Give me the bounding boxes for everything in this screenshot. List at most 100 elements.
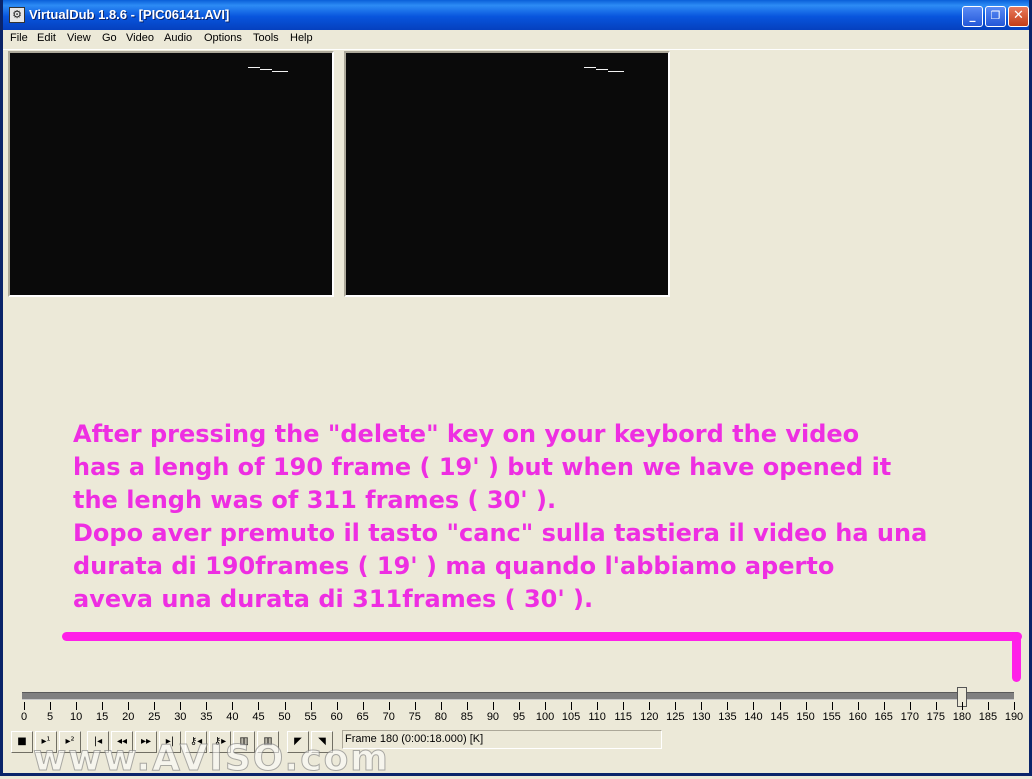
timeline-tick-label: 20: [122, 711, 135, 723]
timeline-tick: [935, 702, 937, 710]
output-video-pane[interactable]: [344, 51, 670, 297]
timeline-tick-label: 35: [200, 711, 213, 723]
close-button[interactable]: ✕: [1008, 6, 1029, 27]
timeline-tick-label: 100: [535, 711, 555, 723]
timeline-tick-label: 175: [926, 711, 946, 723]
go-to-start-icon: |◂: [93, 736, 103, 747]
timeline-tick: [362, 702, 364, 710]
timeline-tick: [649, 702, 651, 710]
timeline-tick: [779, 702, 781, 710]
timeline-tick: [102, 702, 104, 710]
annotation-bracket-horizontal: [62, 632, 1022, 641]
timeline-tick-label: 50: [278, 711, 291, 723]
previous-scene-button[interactable]: ▥: [233, 731, 255, 753]
stop-icon: ■: [17, 736, 27, 747]
mark-out-icon: ◥: [318, 736, 326, 747]
video-frame-detail: [608, 71, 624, 72]
timeline-tick-label: 55: [304, 711, 317, 723]
menu-tools[interactable]: Tools: [253, 32, 279, 44]
next-scene-button[interactable]: ▥: [257, 731, 279, 753]
app-icon[interactable]: ⚙: [9, 7, 25, 23]
previous-key-button[interactable]: ◂◂: [111, 731, 133, 753]
timeline-tick: [440, 702, 442, 710]
video-frame-detail: [260, 69, 272, 70]
mark-out-button[interactable]: ◥: [311, 731, 333, 753]
menu-bar: File Edit View Go Video Audio Options To…: [3, 30, 1029, 50]
timeline-tick-label: 25: [148, 711, 161, 723]
menu-help[interactable]: Help: [290, 32, 313, 44]
maximize-button[interactable]: ❐: [985, 6, 1006, 27]
timeline-tick: [961, 702, 963, 710]
timeline-tick-label: 170: [900, 711, 919, 723]
annotation-line: Dopo aver premuto il tasto "canc" sulla …: [73, 519, 928, 547]
timeline-tick-label: 145: [770, 711, 789, 723]
annotation-bracket-vertical: [1012, 632, 1021, 682]
next-key-button[interactable]: ▸▸: [135, 731, 157, 753]
timeline-tick: [128, 702, 130, 710]
menu-options[interactable]: Options: [204, 32, 242, 44]
timeline-tick: [727, 702, 729, 710]
timeline-tick-label: 65: [356, 711, 369, 723]
timeline-tick: [336, 702, 338, 710]
input-video-pane[interactable]: [8, 51, 334, 297]
timeline-tick: [1014, 702, 1015, 710]
go-to-end-button[interactable]: ▸|: [159, 731, 181, 753]
play-input-button[interactable]: ▸¹: [35, 731, 57, 753]
minimize-button[interactable]: _: [962, 6, 983, 27]
timeline-tick-label: 80: [434, 711, 447, 723]
timeline-tick: [831, 702, 833, 710]
go-to-start-button[interactable]: |◂: [87, 731, 109, 753]
annotation-text: After pressing the "delete" key on your …: [73, 418, 927, 616]
mark-in-button[interactable]: ◤: [287, 731, 309, 753]
timeline-tick: [154, 702, 156, 710]
timeline-tick: [232, 702, 234, 710]
menu-file[interactable]: File: [10, 32, 28, 44]
stop-button[interactable]: ■: [11, 731, 33, 753]
timeline-tick: [50, 702, 52, 710]
timeline-tick: [597, 702, 599, 710]
timeline-tick-label: 185: [978, 711, 998, 723]
previous-keyframe-button[interactable]: ⚷◂: [185, 731, 207, 753]
timeline-tick: [883, 702, 885, 710]
timeline-tick-label: 0: [20, 711, 28, 723]
annotation-line: After pressing the "delete" key on your …: [73, 420, 860, 448]
timeline-tick-label: 105: [561, 711, 581, 723]
timeline-tick-label: 115: [614, 711, 632, 723]
timeline-tick-label: 15: [96, 711, 109, 723]
timeline-tick: [466, 702, 468, 710]
timeline-track[interactable]: [22, 692, 1014, 700]
timeline-tick: [675, 702, 677, 710]
timeline-tick-label: 75: [408, 711, 421, 723]
menu-audio[interactable]: Audio: [164, 32, 192, 44]
go-to-end-icon: ▸|: [165, 736, 175, 747]
annotation-line: the lengh was of 311 frames ( 30' ).: [73, 486, 557, 514]
timeline-tick-label: 30: [174, 711, 187, 723]
menu-go[interactable]: Go: [102, 32, 117, 44]
play-output-button[interactable]: ▸²: [59, 731, 81, 753]
timeline-tick-label: 125: [666, 711, 685, 723]
play-output-icon: ▸²: [65, 736, 75, 747]
key-previous-icon: ⚷◂: [189, 736, 203, 747]
play-input-icon: ▸¹: [41, 736, 51, 747]
timeline-tick-label: 180: [952, 711, 972, 723]
window-title: VirtualDub 1.8.6 - [PIC06141.AVI]: [29, 7, 230, 22]
menu-view[interactable]: View: [67, 32, 91, 44]
timeline-tick-label: 130: [692, 711, 711, 723]
timeline-tick-label: 150: [796, 711, 815, 723]
timeline-tick-label: 95: [512, 711, 526, 723]
timeline-tick-label: 190: [1004, 711, 1024, 723]
annotation-line: aveva una durata di 311frames ( 30' ).: [73, 585, 594, 613]
menu-edit[interactable]: Edit: [37, 32, 56, 44]
rewind-icon: ◂◂: [116, 736, 128, 747]
video-frame-detail: [584, 67, 596, 68]
timeline-tick: [492, 702, 494, 710]
menu-video[interactable]: Video: [126, 32, 154, 44]
timeline-tick-label: 85: [460, 711, 474, 723]
title-bar[interactable]: ⚙ VirtualDub 1.8.6 - [PIC06141.AVI] _ ❐ …: [3, 0, 1029, 30]
timeline-tick-label: 60: [330, 711, 343, 723]
timeline-ticks: 0 5 10 15 20 25 30 35 40 45 50 55 60 65 70 75 80 85 90 95 10…: [3, 702, 1032, 724]
timeline-tick: [76, 702, 78, 710]
timeline-tick: [258, 702, 260, 710]
next-keyframe-button[interactable]: ⚷▸: [209, 731, 231, 753]
timeline-tick: [24, 702, 25, 710]
